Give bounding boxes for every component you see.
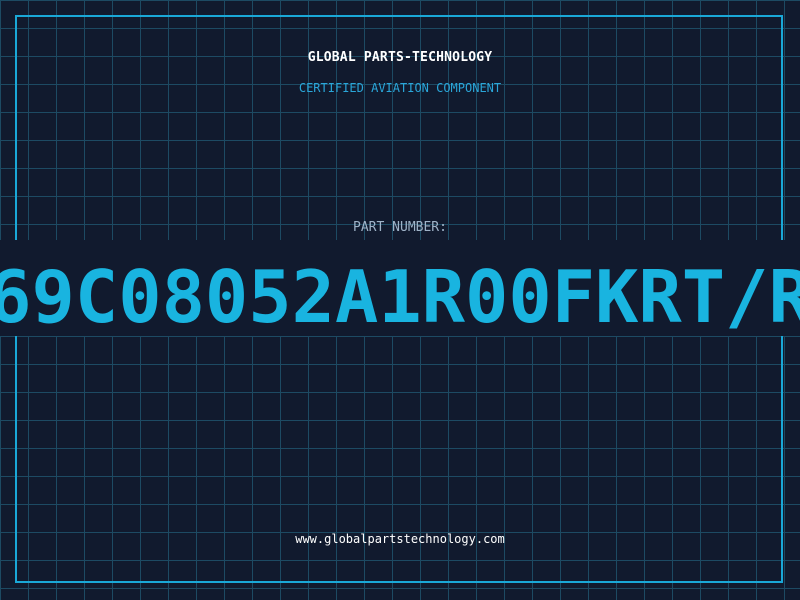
website-url: www.globalpartstechnology.com	[295, 532, 505, 546]
part-number-value: 69C08052A1R00FKRT/R	[0, 255, 800, 336]
part-number-band: 69C08052A1R00FKRT/R	[0, 240, 800, 336]
certification-subtitle: CERTIFIED AVIATION COMPONENT	[298, 81, 502, 95]
part-number-label: PART NUMBER:	[353, 220, 447, 235]
brand-title: GLOBAL PARTS-TECHNOLOGY	[307, 50, 493, 65]
